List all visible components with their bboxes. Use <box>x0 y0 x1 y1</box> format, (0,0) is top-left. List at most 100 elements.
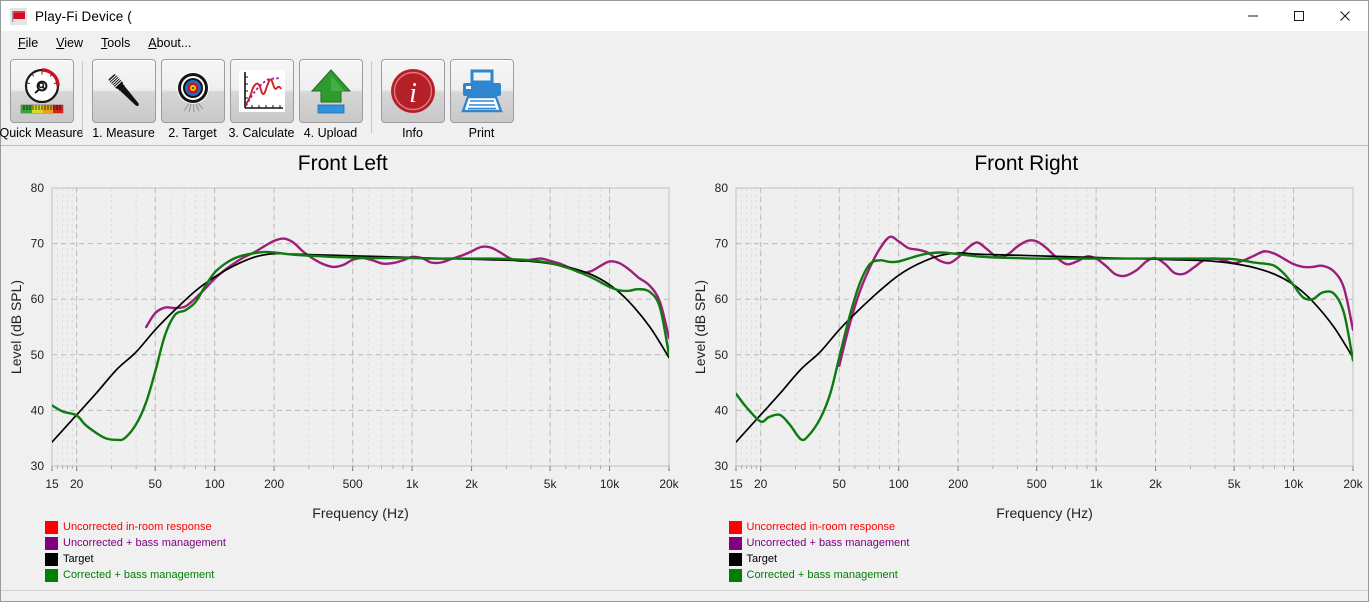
svg-text:i: i <box>409 78 417 109</box>
svg-text:40: 40 <box>31 403 45 417</box>
quick-measure-label: Quick Measure <box>0 126 84 140</box>
close-button[interactable] <box>1322 1 1368 31</box>
toolbar-group-misc: i Info Print <box>378 59 516 140</box>
svg-text:100: 100 <box>888 477 908 491</box>
legend-label: Uncorrected in-room response <box>63 521 212 533</box>
svg-text:15: 15 <box>729 477 743 491</box>
info-label: Info <box>402 126 423 140</box>
legend-front-left: Uncorrected in-room response Uncorrected… <box>45 521 226 582</box>
legend-label: Uncorrected + bass management <box>746 537 910 549</box>
svg-text:20: 20 <box>753 477 767 491</box>
svg-text:Frequency (Hz): Frequency (Hz) <box>996 505 1092 521</box>
svg-text:60: 60 <box>31 292 45 306</box>
legend-swatch-target <box>728 553 742 566</box>
window-controls <box>1230 1 1368 31</box>
legend-label: Uncorrected in-room response <box>746 521 896 533</box>
svg-text:5k: 5k <box>544 477 558 491</box>
gauge-icon <box>9 59 74 123</box>
svg-text:500: 500 <box>343 477 363 491</box>
title-bar: Play-Fi Device ( <box>1 1 1368 31</box>
svg-text:5k: 5k <box>1227 477 1241 491</box>
legend-front-right: Uncorrected in-room response Uncorrected… <box>728 521 910 582</box>
svg-text:10k: 10k <box>1283 477 1303 491</box>
svg-text:50: 50 <box>832 477 846 491</box>
microphone-icon <box>91 59 156 123</box>
toolbar-group-steps: 1. Measure 2. Target 3. Calculate 4. Upl… <box>89 59 365 140</box>
legend-swatch-uncorrected <box>728 521 742 534</box>
menu-item-view[interactable]: View <box>47 33 92 53</box>
svg-text:200: 200 <box>264 477 284 491</box>
svg-text:2k: 2k <box>465 477 479 491</box>
svg-text:15: 15 <box>45 477 59 491</box>
flag-icon <box>10 7 27 25</box>
calculate-label: 3. Calculate <box>228 126 295 140</box>
toolbar-group-quick: Quick Measure <box>0 59 84 140</box>
maximize-button[interactable] <box>1276 1 1322 31</box>
svg-text:2k: 2k <box>1149 477 1163 491</box>
legend-swatch-uncorrected <box>45 521 58 534</box>
svg-text:30: 30 <box>714 459 728 473</box>
info-icon: i <box>380 59 445 123</box>
minimize-button[interactable] <box>1230 1 1276 31</box>
upload-arrow-icon <box>298 59 363 123</box>
legend-label: Uncorrected + bass management <box>63 537 226 549</box>
svg-text:100: 100 <box>205 477 225 491</box>
quick-measure-button[interactable]: Quick Measure <box>0 59 84 140</box>
legend-item: Uncorrected in-room response <box>728 521 910 534</box>
measure-button[interactable]: 1. Measure <box>90 59 157 140</box>
legend-item: Uncorrected in-room response <box>45 521 226 534</box>
charts-container: Front Left 15 20 50 100 200 500 1k 2k 5k 10k 20k 30… <box>1 146 1368 590</box>
legend-item: Target <box>45 553 226 566</box>
svg-text:1k: 1k <box>406 477 420 491</box>
svg-text:50: 50 <box>714 348 728 362</box>
chart-panel-front-right: Front Right 15 20 50 100 200 500 1k 2k 5k 10k 20k 3… <box>685 146 1369 590</box>
legend-swatch-corrected <box>728 569 742 582</box>
svg-text:Level (dB SPL): Level (dB SPL) <box>692 280 708 374</box>
svg-text:70: 70 <box>714 237 728 251</box>
svg-text:Frequency (Hz): Frequency (Hz) <box>312 505 408 521</box>
upload-label: 4. Upload <box>303 126 358 140</box>
svg-text:80: 80 <box>714 181 728 195</box>
target-button[interactable]: 2. Target <box>159 59 226 140</box>
svg-text:40: 40 <box>714 403 728 417</box>
window-title: Play-Fi Device ( <box>35 8 132 24</box>
svg-text:20k: 20k <box>1343 477 1363 491</box>
svg-text:80: 80 <box>31 181 45 195</box>
print-button[interactable]: Print <box>448 59 515 140</box>
legend-item: Corrected + bass management <box>728 569 910 582</box>
menu-item-file[interactable]: File <box>9 33 47 53</box>
menu-item-tools[interactable]: Tools <box>92 33 139 53</box>
svg-text:20k: 20k <box>659 477 679 491</box>
application-window: Play-Fi Device ( File View Tools About..… <box>0 0 1369 602</box>
svg-text:70: 70 <box>31 237 45 251</box>
legend-label: Target <box>63 553 94 565</box>
legend-item: Corrected + bass management <box>45 569 226 582</box>
status-bar <box>1 590 1368 601</box>
menu-bar: File View Tools About... <box>1 31 1368 55</box>
legend-label: Corrected + bass management <box>746 569 898 581</box>
svg-text:200: 200 <box>948 477 968 491</box>
upload-button[interactable]: 4. Upload <box>297 59 364 140</box>
calculate-button[interactable]: 3. Calculate <box>228 59 295 140</box>
svg-text:50: 50 <box>31 348 45 362</box>
target-icon <box>160 59 225 123</box>
svg-text:10k: 10k <box>600 477 620 491</box>
legend-swatch-corrected <box>45 569 58 582</box>
svg-text:60: 60 <box>714 292 728 306</box>
svg-text:30: 30 <box>31 459 45 473</box>
svg-text:Level (dB SPL): Level (dB SPL) <box>8 280 24 374</box>
chart-panel-front-left: Front Left 15 20 50 100 200 500 1k 2k 5k 10k 20k 30… <box>1 146 685 590</box>
legend-item: Target <box>728 553 910 566</box>
menu-item-about[interactable]: About... <box>139 33 200 53</box>
svg-text:500: 500 <box>1026 477 1046 491</box>
target-label: 2. Target <box>168 126 217 140</box>
printer-icon <box>449 59 514 123</box>
graph-icon <box>229 59 294 123</box>
legend-item: Uncorrected + bass management <box>728 537 910 550</box>
legend-swatch-target <box>45 553 58 566</box>
legend-swatch-bass-management <box>45 537 58 550</box>
svg-text:1k: 1k <box>1089 477 1103 491</box>
toolbar: Quick Measure 1. Measure 2. Target 3. Ca… <box>0 55 1368 146</box>
info-button[interactable]: i Info <box>379 59 446 140</box>
legend-label: Target <box>746 553 778 565</box>
